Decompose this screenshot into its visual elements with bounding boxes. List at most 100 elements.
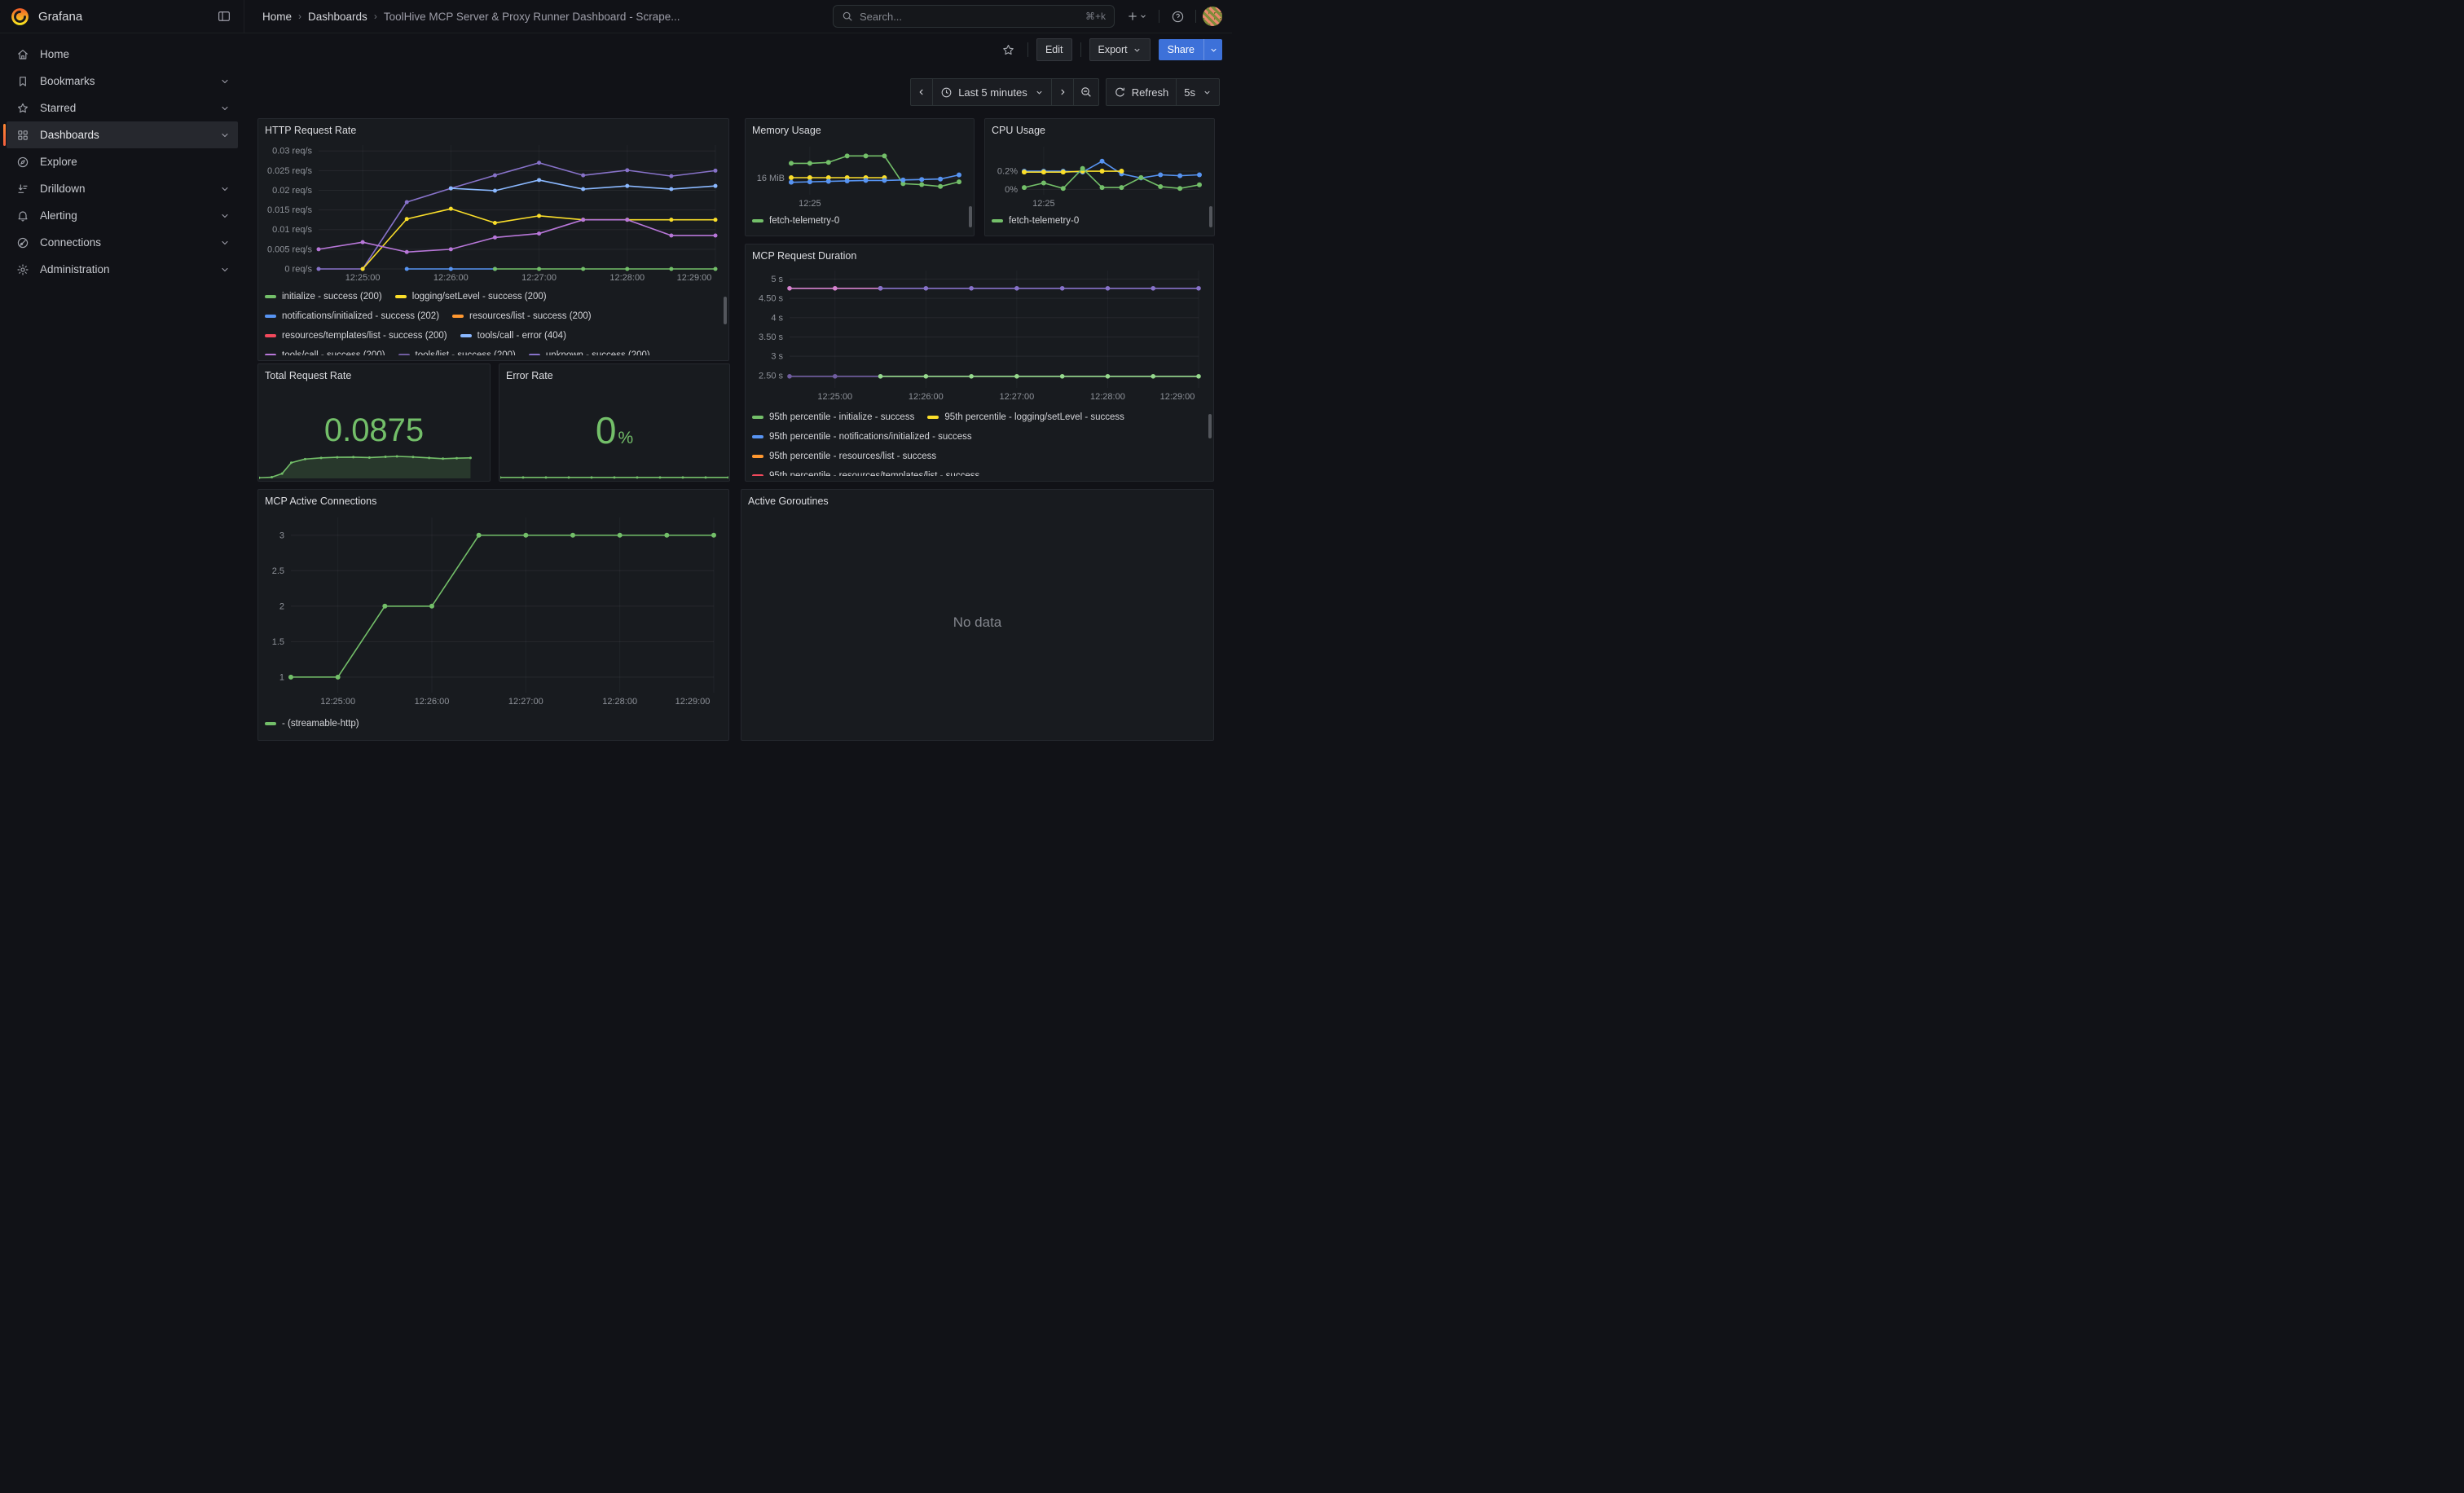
legend-scrollbar[interactable] bbox=[1209, 206, 1212, 227]
sidebar-item-label: Connections bbox=[40, 236, 101, 249]
time-shift-back-button[interactable] bbox=[911, 79, 932, 105]
drilldown-icon bbox=[16, 183, 29, 196]
legend-item[interactable]: tools/call - error (404) bbox=[460, 331, 566, 341]
edit-button[interactable]: Edit bbox=[1036, 38, 1072, 61]
svg-text:12:26:00: 12:26:00 bbox=[433, 273, 469, 283]
add-new-button[interactable] bbox=[1121, 5, 1152, 28]
panel-title[interactable]: HTTP Request Rate bbox=[265, 123, 722, 139]
legend-row: 95th percentile - resources/list - succe… bbox=[752, 447, 1207, 466]
legend-item[interactable]: 95th percentile - initialize - success bbox=[752, 412, 914, 422]
user-avatar[interactable] bbox=[1203, 7, 1222, 26]
export-button[interactable]: Export bbox=[1089, 38, 1151, 61]
star-icon bbox=[16, 102, 29, 115]
grafana-logo[interactable] bbox=[10, 7, 30, 27]
legend-label: 95th percentile - logging/setLevel - suc… bbox=[944, 412, 1124, 422]
sidebar-item-administration[interactable]: Administration bbox=[7, 256, 238, 283]
search-input[interactable]: Search... ⌘+k bbox=[833, 5, 1115, 28]
legend-label: tools/list - success (200) bbox=[416, 350, 516, 355]
home-icon bbox=[16, 48, 29, 61]
legend-swatch bbox=[460, 334, 472, 337]
panel-title[interactable]: Memory Usage bbox=[752, 123, 967, 139]
sidebar-nav: Home Bookmarks StarredDashboardsExploreDri… bbox=[0, 33, 244, 746]
dock-sidebar-icon[interactable] bbox=[213, 5, 235, 28]
legend-item[interactable]: notifications/initialized - success (202… bbox=[265, 311, 439, 321]
time-range-picker[interactable]: Last 5 minutes bbox=[932, 79, 1051, 105]
sidebar-item-dashboards[interactable]: Dashboards bbox=[7, 121, 238, 148]
sidebar-item-connections[interactable]: Connections bbox=[7, 229, 238, 256]
svg-text:12:28:00: 12:28:00 bbox=[1090, 392, 1125, 402]
panel-title[interactable]: Total Request Rate bbox=[265, 368, 483, 384]
mcp-request-duration-chart[interactable]: 2.50 s3 s3.50 s4 s4.50 s5 s12:25:0012:26… bbox=[752, 264, 1207, 406]
panel-title[interactable]: Error Rate bbox=[506, 368, 723, 384]
chevron-down-icon[interactable] bbox=[220, 184, 230, 194]
memory-usage-chart[interactable]: 16 MiB12:25 bbox=[752, 139, 967, 209]
share-button[interactable]: Share bbox=[1159, 39, 1203, 60]
sidebar-item-starred[interactable]: Starred bbox=[7, 95, 238, 121]
legend-scrollbar[interactable] bbox=[1208, 414, 1212, 438]
favorite-star-icon[interactable] bbox=[998, 39, 1019, 60]
legend-label: resources/templates/list - success (200) bbox=[282, 331, 447, 341]
svg-text:12:25: 12:25 bbox=[799, 199, 821, 209]
legend-item[interactable]: tools/list - success (200) bbox=[398, 350, 516, 355]
legend-item[interactable]: 95th percentile - notifications/initiali… bbox=[752, 432, 972, 442]
legend-row: resources/templates/list - success (200)… bbox=[265, 326, 722, 346]
memory-usage-legend: fetch-telemetry-0 bbox=[752, 209, 967, 231]
sidebar-item-alerting[interactable]: Alerting bbox=[7, 202, 238, 229]
chevron-down-icon[interactable] bbox=[220, 211, 230, 221]
legend-item[interactable]: 95th percentile - resources/templates/li… bbox=[752, 471, 979, 476]
legend-item[interactable]: fetch-telemetry-0 bbox=[992, 216, 1079, 226]
panel-title[interactable]: MCP Request Duration bbox=[752, 249, 1207, 264]
legend-item[interactable]: initialize - success (200) bbox=[265, 292, 382, 302]
chevron-down-icon[interactable] bbox=[220, 238, 230, 248]
sidebar-item-explore[interactable]: Explore bbox=[7, 148, 238, 175]
plug-icon bbox=[16, 236, 29, 249]
legend-scrollbar[interactable] bbox=[724, 297, 727, 324]
legend-item[interactable]: 95th percentile - resources/list - succe… bbox=[752, 451, 936, 461]
sidebar-item-home[interactable]: Home bbox=[7, 41, 238, 68]
chevron-down-icon bbox=[1203, 88, 1212, 97]
chevron-down-icon[interactable] bbox=[220, 130, 230, 140]
divider bbox=[1027, 42, 1028, 57]
chevron-down-icon[interactable] bbox=[220, 77, 230, 86]
panel-title[interactable]: MCP Active Connections bbox=[265, 494, 722, 509]
legend-row: fetch-telemetry-0 bbox=[992, 211, 1208, 231]
svg-text:2: 2 bbox=[279, 601, 284, 611]
panel-title[interactable]: Active Goroutines bbox=[748, 494, 1207, 509]
svg-text:12:26:00: 12:26:00 bbox=[909, 392, 944, 402]
panel-title[interactable]: CPU Usage bbox=[992, 123, 1208, 139]
zoom-out-button[interactable] bbox=[1073, 79, 1098, 105]
refresh-button[interactable]: Refresh bbox=[1107, 79, 1177, 105]
svg-text:12:25:00: 12:25:00 bbox=[320, 697, 355, 707]
legend-item[interactable]: tools/call - success (200) bbox=[265, 350, 385, 355]
http-request-rate-chart[interactable]: 0 req/s0.005 req/s0.01 req/s0.015 req/s0… bbox=[265, 139, 722, 285]
share-dropdown-button[interactable] bbox=[1204, 39, 1222, 60]
sidebar-item-label: Home bbox=[40, 48, 69, 60]
legend-scrollbar[interactable] bbox=[969, 206, 972, 227]
legend-row: fetch-telemetry-0 bbox=[752, 211, 967, 231]
legend-item[interactable]: resources/list - success (200) bbox=[452, 311, 592, 321]
legend-item[interactable]: - (streamable-http) bbox=[265, 719, 359, 729]
breadcrumb-item-0[interactable]: Home bbox=[262, 11, 292, 23]
panel-memory-usage: Memory Usage 16 MiB12:25 fetch-telemetry… bbox=[745, 118, 975, 236]
legend-item[interactable]: unknown - success (200) bbox=[529, 350, 650, 355]
time-shift-forward-button[interactable] bbox=[1051, 79, 1073, 105]
legend-label: tools/call - error (404) bbox=[477, 331, 566, 341]
chevron-down-icon[interactable] bbox=[220, 103, 230, 113]
sidebar-item-bookmarks[interactable]: Bookmarks bbox=[7, 68, 238, 95]
chevron-down-icon[interactable] bbox=[220, 265, 230, 275]
breadcrumb-item-1[interactable]: Dashboards bbox=[308, 11, 367, 23]
sidebar-item-label: Bookmarks bbox=[40, 75, 95, 87]
sidebar-item-drilldown[interactable]: Drilldown bbox=[7, 175, 238, 202]
legend-item[interactable]: logging/setLevel - success (200) bbox=[395, 292, 547, 302]
breadcrumb-separator: › bbox=[298, 11, 301, 22]
cpu-usage-chart[interactable]: 0.2%0%12:25 bbox=[992, 139, 1208, 209]
mcp-active-connections-chart[interactable]: 11.522.5312:25:0012:26:0012:27:0012:28:0… bbox=[265, 509, 722, 712]
legend-item[interactable]: 95th percentile - logging/setLevel - suc… bbox=[927, 412, 1124, 422]
legend-item[interactable]: resources/templates/list - success (200) bbox=[265, 331, 447, 341]
legend-item[interactable]: fetch-telemetry-0 bbox=[752, 216, 839, 226]
help-icon[interactable] bbox=[1166, 5, 1189, 28]
chevron-left-icon bbox=[917, 87, 926, 97]
brand-title: Grafana bbox=[38, 10, 82, 24]
refresh-interval-picker[interactable]: 5s bbox=[1176, 79, 1219, 105]
divider bbox=[1080, 42, 1081, 57]
